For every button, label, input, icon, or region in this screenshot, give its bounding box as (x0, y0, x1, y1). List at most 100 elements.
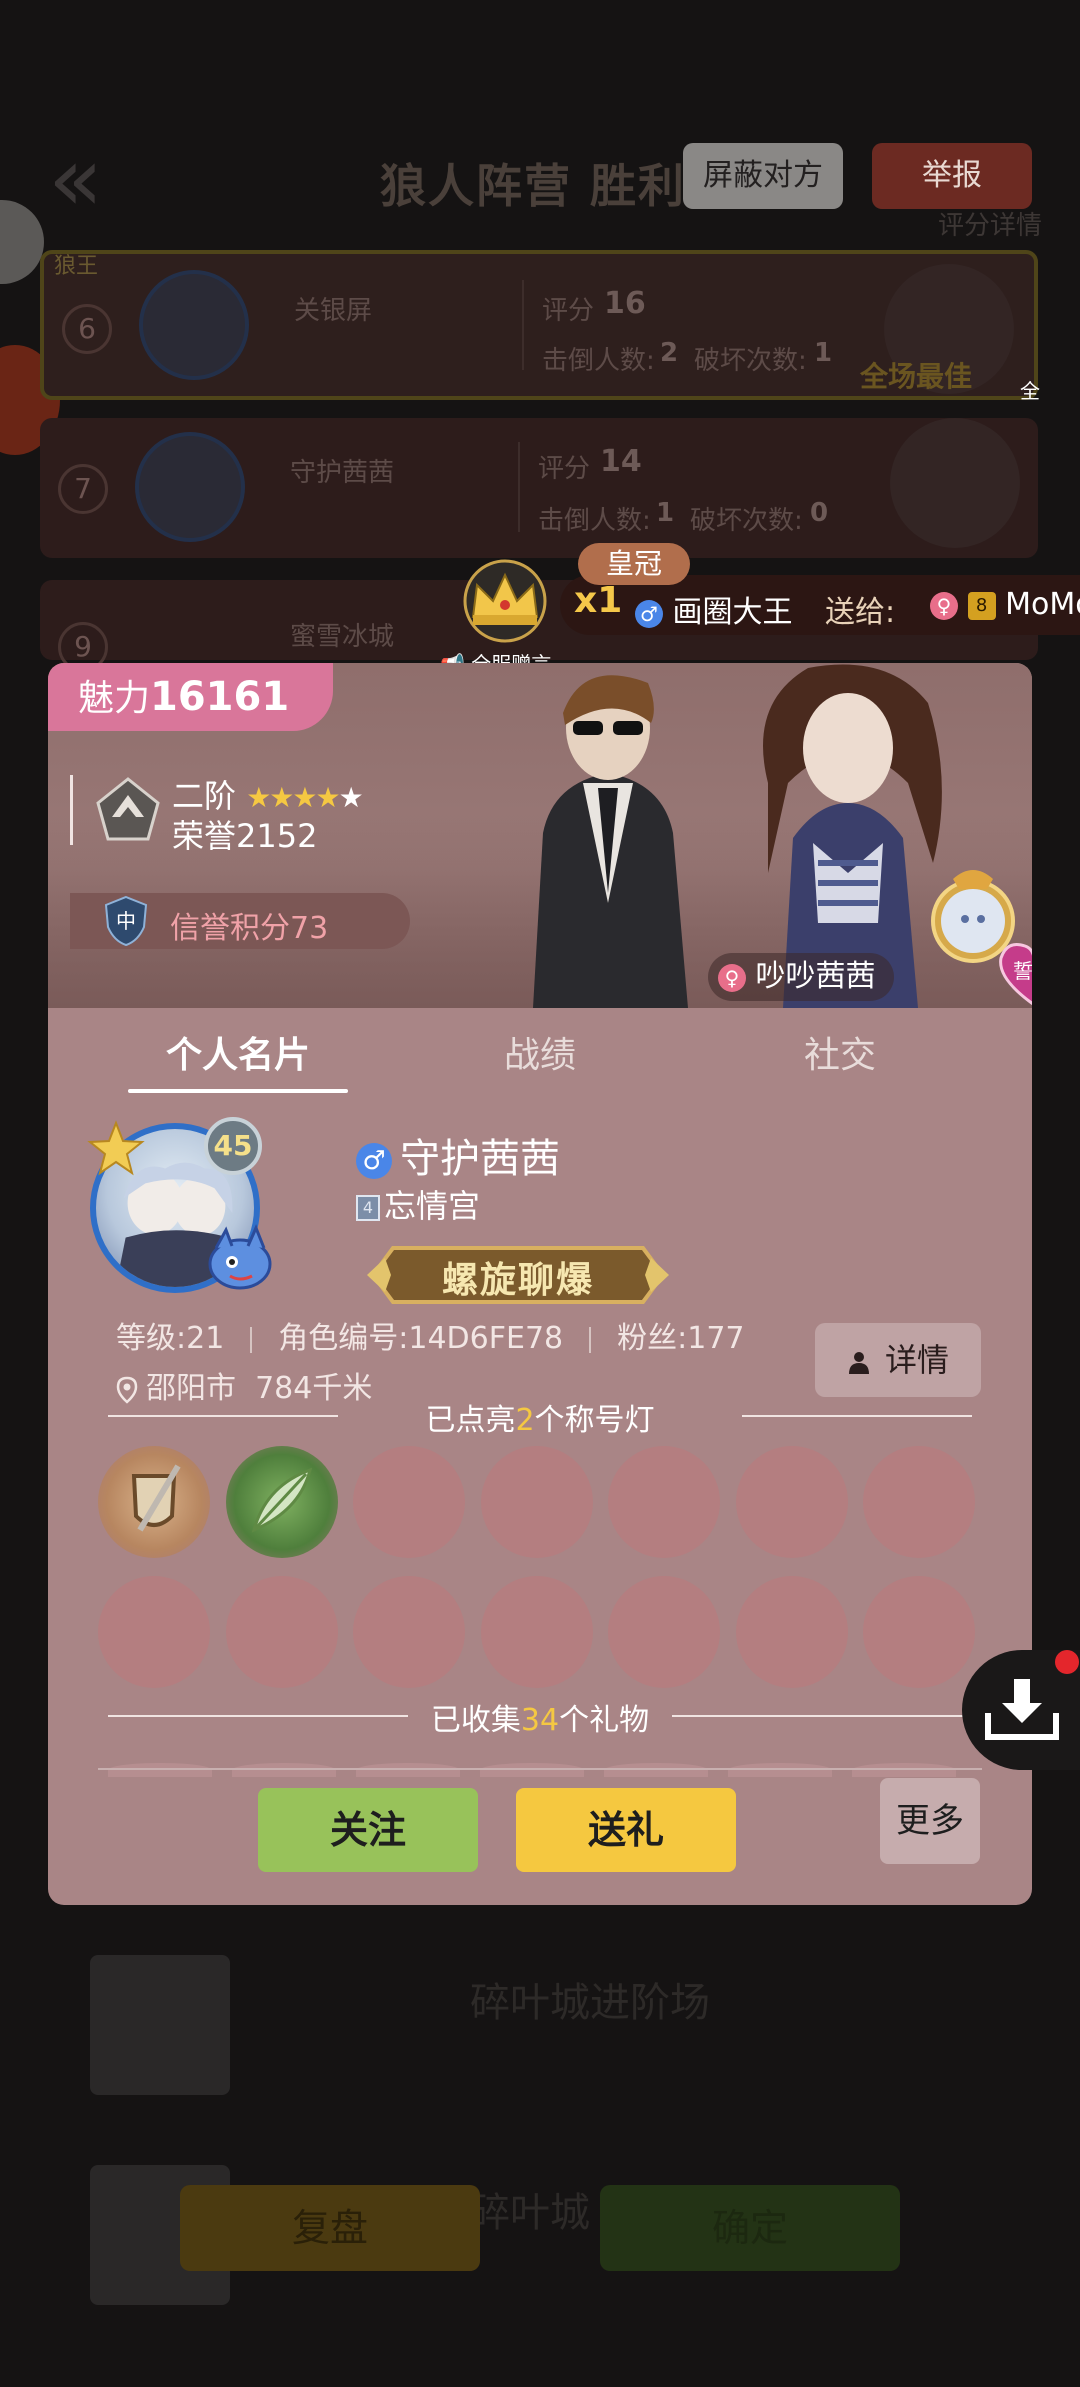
pet-dragon-icon (208, 1224, 272, 1290)
back-chevron-icon[interactable]: « (48, 135, 108, 225)
confirm-button[interactable]: 确定 (600, 2185, 900, 2271)
pledge-heart-badge-icon: 誓约 (999, 943, 1032, 1006)
level-stat: 等级:21 (116, 1321, 225, 1356)
lamps-prefix: 已点亮 (425, 1403, 516, 1438)
player-name: 关银屏 (294, 296, 373, 326)
title-lamp-empty[interactable] (353, 1576, 465, 1688)
score-detail-link[interactable]: 评分详情 (938, 205, 1042, 242)
lamps-suffix: 个称号灯 (534, 1403, 655, 1438)
avatar (139, 270, 249, 380)
game-mode-text: 碎叶城 (470, 2190, 590, 2236)
game-card-image (90, 1955, 230, 2095)
pledge-label: 誓约 (1013, 959, 1032, 983)
crown-icon (463, 559, 547, 643)
avatar (135, 432, 245, 542)
mvp-label: 全场最佳 (860, 360, 973, 393)
score-label: 评分 (538, 454, 591, 484)
vip-badge: 8 (967, 591, 996, 620)
tab-social[interactable]: 社交 (740, 1026, 940, 1078)
match-result-title: 狼人阵营 胜利 (380, 159, 687, 213)
gift-recipient: ♀ 8 MoMo (930, 587, 1080, 622)
more-button[interactable]: 更多 (880, 1778, 980, 1864)
gifts-prefix: 已收集 (430, 1703, 521, 1738)
feather-icon (251, 1467, 312, 1533)
credit-level: 中 (116, 909, 136, 933)
gift-to-label: 送给: (825, 595, 896, 630)
guild-info[interactable]: 4 忘情宫 (356, 1181, 480, 1227)
honor-label: 荣誉 (172, 817, 237, 855)
damage-label: 破坏次数: (694, 346, 807, 376)
divider (98, 1768, 982, 1770)
title-lamp-empty[interactable] (735, 1446, 848, 1558)
shield-icon: 中 (104, 895, 148, 947)
title-lamp-empty[interactable] (863, 1576, 975, 1688)
title-lamp-lit[interactable] (98, 1446, 210, 1558)
couple-tag[interactable]: ♀ 吵吵茜茜 (708, 953, 894, 1001)
role-tag: 狼王 (54, 254, 99, 279)
divider (589, 1326, 592, 1353)
detail-button-label: 详情 (884, 1341, 949, 1379)
charm-value: 16161 (150, 674, 290, 720)
title-lamp-lit[interactable] (225, 1446, 338, 1558)
replay-button[interactable]: 复盘 (180, 2185, 480, 2271)
tab-record[interactable]: 战绩 (440, 1026, 640, 1078)
block-button[interactable]: 屏蔽对方 (683, 143, 843, 209)
title-lamps-header: 已点亮2个称号灯 (108, 1395, 972, 1438)
honor-points: 荣誉2152 (172, 811, 317, 857)
score-value: 14 (600, 444, 642, 479)
report-button[interactable]: 举报 (872, 143, 1032, 209)
profile-hero: 魅力16161 二阶 ★★★★★ 荣誉2152 中 信誉积分73 ♀ 吵吵茜茜 (48, 663, 1032, 1008)
score-label: 评分 (542, 296, 595, 326)
follow-button[interactable]: 关注 (258, 1788, 478, 1872)
title-lamp-empty[interactable] (480, 1576, 593, 1688)
title-lamp-empty[interactable] (353, 1446, 465, 1558)
tab-profile-card[interactable]: 个人名片 (138, 1026, 338, 1078)
damage-value: 1 (814, 338, 833, 368)
kills-label: 击倒人数: (538, 506, 651, 536)
divider (518, 442, 520, 532)
title-lamp-empty[interactable] (608, 1446, 720, 1558)
kills-label: 击倒人数: (542, 346, 655, 376)
rank-number: 7 (58, 464, 108, 514)
credit-score-text: 信誉积分73 (170, 903, 328, 947)
person-icon (848, 1352, 869, 1374)
gifts-count: 34 (520, 1703, 560, 1738)
detail-button[interactable]: 详情 (815, 1323, 981, 1397)
profile-stats: 等级:21 角色编号:14D6FE78 粉丝:177 (116, 1313, 745, 1357)
male-icon: ♂ (635, 599, 663, 628)
player-row[interactable]: 7 守护茜茜 评分 14 击倒人数: 1 破坏次数: 0 (40, 418, 1038, 558)
damage-value: 0 (810, 498, 829, 528)
title-lamp-empty[interactable] (98, 1576, 210, 1688)
role-id-stat: 角色编号:14D6FE78 (278, 1321, 564, 1356)
game-mode-text: 碎叶城进阶场 (470, 1980, 710, 2026)
recipient-name: MoMo (1005, 587, 1080, 622)
rank-emblem-icon (96, 777, 160, 841)
title-lamp-empty[interactable] (225, 1576, 338, 1688)
floating-avatar-bubble[interactable] (0, 200, 44, 284)
male-character-image (533, 675, 688, 1008)
download-icon (985, 1679, 1059, 1740)
gift-list-strip[interactable] (98, 1763, 982, 1777)
global-message-tag: 全 (1020, 379, 1040, 403)
sender-name: 画圈大王 (672, 595, 793, 630)
rank-number: 6 (62, 304, 112, 354)
title-lamp-empty[interactable] (608, 1576, 720, 1688)
gifts-suffix: 个礼物 (559, 1703, 650, 1738)
female-icon: ♀ (930, 591, 958, 620)
player-name: 守护茜茜 (290, 458, 395, 488)
female-icon: ♀ (718, 963, 746, 992)
title-lamp-empty[interactable] (863, 1446, 975, 1558)
couple-name: 吵吵茜茜 (755, 959, 876, 994)
divider (522, 280, 524, 370)
divider (70, 775, 73, 845)
profile-avatar[interactable]: 45 (87, 1117, 272, 1293)
rank-stars: ★★★★★ (246, 781, 364, 814)
gift-name-pill: 皇冠 (578, 543, 690, 585)
title-lamp-empty[interactable] (480, 1446, 593, 1558)
title-lamp-empty[interactable] (735, 1576, 848, 1688)
send-gift-button[interactable]: 送礼 (516, 1788, 736, 1872)
player-title: 螺旋聊爆 (441, 1260, 594, 1301)
score-value: 16 (604, 286, 646, 321)
player-name: 蜜雪冰城 (290, 622, 395, 652)
player-name: 守护茜茜 (400, 1136, 560, 1182)
